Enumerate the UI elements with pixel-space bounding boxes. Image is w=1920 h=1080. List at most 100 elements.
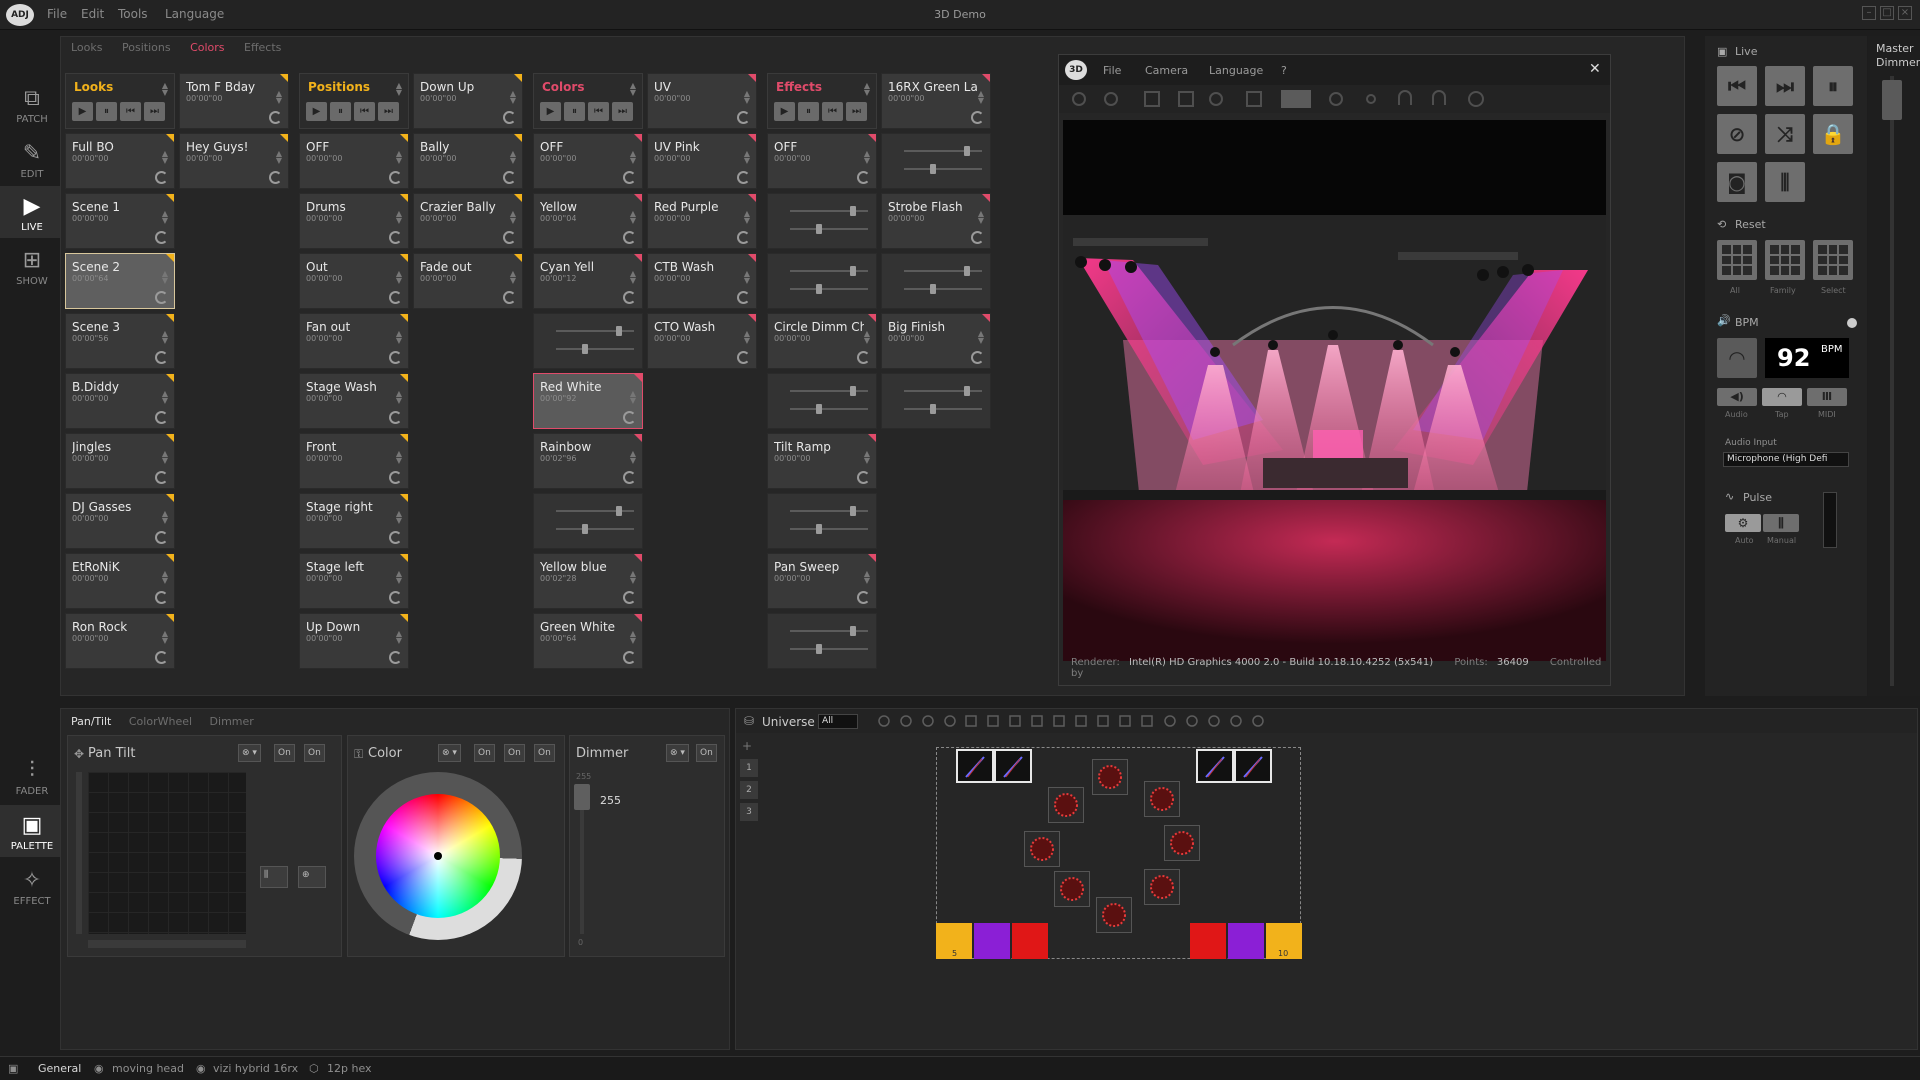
cue-sort-arrows-icon[interactable]: ▲ ▼	[276, 150, 282, 165]
pan-tilt-on-2[interactable]: On	[304, 744, 325, 762]
loop-icon[interactable]	[971, 111, 984, 124]
slider-knob[interactable]	[816, 224, 822, 234]
cue-button[interactable]: Front 00'00"00 ▲ ▼	[299, 433, 409, 489]
cue-button[interactable]: CTO Wash 00'00"00 ▲ ▼	[647, 313, 757, 369]
cue-sort-arrows-icon[interactable]: ▲ ▼	[630, 570, 636, 585]
cue-button[interactable]: UV Pink 00'00"00 ▲ ▼	[647, 133, 757, 189]
cue-button[interactable]: UV 00'00"00 ▲ ▼	[647, 73, 757, 129]
skip-back-icon[interactable]: ⏮	[120, 102, 141, 121]
cue-button[interactable]: CTB Wash 00'00"00 ▲ ▼	[647, 253, 757, 309]
cue-sort-arrows-icon[interactable]: ▲ ▼	[396, 150, 402, 165]
cue-sort-arrows-icon[interactable]: ▲ ▼	[162, 630, 168, 645]
universe-row-3[interactable]: 3	[740, 803, 758, 821]
slider-knob[interactable]	[930, 404, 936, 414]
loop-icon[interactable]	[623, 231, 636, 244]
pulse-auto-button[interactable]: ⚙	[1725, 514, 1761, 532]
fixture-moving-head[interactable]	[1048, 787, 1084, 823]
loop-icon[interactable]	[623, 171, 636, 184]
cue-sort-arrows-icon[interactable]: ▲ ▼	[630, 270, 636, 285]
cue-button[interactable]: Tilt Ramp 00'00"00 ▲ ▼	[767, 433, 877, 489]
cue-sort-arrows-icon[interactable]: ▲ ▼	[510, 150, 516, 165]
loop-icon[interactable]	[389, 231, 402, 244]
loop-icon[interactable]	[503, 291, 516, 304]
cue-button[interactable]: OFF 00'00"00 ▲ ▼	[533, 133, 643, 189]
slider-knob[interactable]	[850, 506, 856, 516]
tap-icon[interactable]: ◠	[1717, 338, 1757, 378]
cue-button[interactable]: 16RX Green Las 00'00"00 ▲ ▼	[881, 73, 991, 129]
cue-sort-arrows-icon[interactable]: ▲ ▼	[510, 90, 516, 105]
cue-button[interactable]: Full BO 00'00"00 ▲ ▼	[65, 133, 175, 189]
cue-sort-arrows-icon[interactable]: ▲ ▼	[276, 90, 282, 105]
viewer-close-icon[interactable]: ✕	[1589, 61, 1601, 77]
slider-knob[interactable]	[850, 626, 856, 636]
slider-knob[interactable]	[582, 524, 588, 534]
cue-sort-arrows-icon[interactable]: ▲ ▼	[396, 210, 402, 225]
fixture-laser-2[interactable]	[994, 749, 1032, 783]
loop-icon[interactable]	[503, 171, 516, 184]
cue-empty-slider[interactable]	[767, 253, 877, 309]
cue-button[interactable]: Ron Rock 00'00"00 ▲ ▼	[65, 613, 175, 669]
cue-sort-arrows-icon[interactable]: ▲ ▼	[864, 450, 870, 465]
color-mode-select[interactable]: ⊗ ▾	[438, 744, 461, 762]
cue-button[interactable]: Pan Sweep 00'00"00 ▲ ▼	[767, 553, 877, 609]
loop-icon[interactable]	[971, 231, 984, 244]
cue-sort-arrows-icon[interactable]: ▲ ▼	[162, 450, 168, 465]
cue-sort-arrows-icon[interactable]: ▲ ▼	[396, 450, 402, 465]
cue-sort-arrows-icon[interactable]: ▲ ▼	[630, 210, 636, 225]
status-tab-vizi-hybrid[interactable]: vizi hybrid 16rx	[213, 1062, 298, 1075]
cue-button[interactable]: Yellow 00'00"04 ▲ ▼	[533, 193, 643, 249]
loop-icon[interactable]	[389, 411, 402, 424]
cue-sort-arrows-icon[interactable]: ▲ ▼	[396, 330, 402, 345]
viewer-toolbar-icons[interactable]	[1059, 85, 1612, 113]
tab-colors[interactable]: Colors	[190, 41, 224, 54]
loop-icon[interactable]	[389, 591, 402, 604]
cue-sort-arrows-icon[interactable]: ▲ ▼	[396, 630, 402, 645]
cue-sort-arrows-icon[interactable]: ▲ ▼	[396, 510, 402, 525]
status-tab-12p-hex[interactable]: 12p hex	[327, 1062, 372, 1075]
sort-arrows-icon[interactable]: ▲ ▼	[396, 82, 402, 97]
previous-button[interactable]: ⏮	[1717, 66, 1757, 106]
previous-icon[interactable]: ▶	[540, 102, 561, 121]
status-menu-icon[interactable]: ▣	[8, 1062, 18, 1075]
cue-sort-arrows-icon[interactable]: ▲ ▼	[744, 330, 750, 345]
cue-button[interactable]: Strobe Flash 00'00"00 ▲ ▼	[881, 193, 991, 249]
skip-forward-icon[interactable]: ⏭	[612, 102, 633, 121]
cue-button[interactable]: Scene 2 00'00"64 ▲ ▼	[65, 253, 175, 309]
cue-button[interactable]: DJ Gasses 00'00"00 ▲ ▼	[65, 493, 175, 549]
cue-sort-arrows-icon[interactable]: ▲ ▼	[162, 390, 168, 405]
cue-button[interactable]: Scene 1 00'00"00 ▲ ▼	[65, 193, 175, 249]
universe-toolbar-icons[interactable]	[876, 713, 1276, 729]
sidebar-item-live[interactable]: ▶ LIVE	[0, 186, 64, 238]
loop-icon[interactable]	[155, 591, 168, 604]
dimmer-on[interactable]: On	[696, 744, 717, 762]
slider-knob[interactable]	[850, 266, 856, 276]
status-tab-general[interactable]: General	[38, 1062, 81, 1075]
fixture-hex-yellow-right[interactable]: 10	[1266, 923, 1302, 959]
loop-icon[interactable]	[389, 351, 402, 364]
cue-sort-arrows-icon[interactable]: ▲ ▼	[744, 90, 750, 105]
pan-tilt-bars-button[interactable]: ⫼	[260, 866, 288, 888]
cue-button[interactable]: Scene 3 00'00"56 ▲ ▼	[65, 313, 175, 369]
cue-empty-slider[interactable]	[881, 133, 991, 189]
cue-empty-slider[interactable]	[881, 253, 991, 309]
cue-button[interactable]: Fade out 00'00"00 ▲ ▼	[413, 253, 523, 309]
cue-sort-arrows-icon[interactable]: ▲ ▼	[162, 270, 168, 285]
loop-icon[interactable]	[857, 591, 870, 604]
fixture-hex-purple-left[interactable]	[974, 923, 1010, 959]
pause-icon[interactable]: ⏸	[564, 102, 585, 121]
pause-icon[interactable]: ⏸	[96, 102, 117, 121]
sort-arrows-icon[interactable]: ▲ ▼	[630, 82, 636, 97]
slider-knob[interactable]	[816, 284, 822, 294]
loop-icon[interactable]	[737, 111, 750, 124]
viewer-menu-file[interactable]: File	[1103, 64, 1121, 77]
loop-icon[interactable]	[971, 351, 984, 364]
slider-knob[interactable]	[964, 386, 970, 396]
tab-positions[interactable]: Positions	[122, 41, 171, 54]
lock-button[interactable]: 🔒	[1813, 114, 1853, 154]
loop-icon[interactable]	[155, 351, 168, 364]
cue-button[interactable]: Yellow blue 00'02"28 ▲ ▼	[533, 553, 643, 609]
sidebar-item-effect[interactable]: ✧ EFFECT	[0, 860, 64, 912]
stage-3d-render[interactable]	[1063, 120, 1606, 661]
sidebar-item-palette[interactable]: ▣ PALETTE	[0, 805, 64, 857]
bpm-tap-button[interactable]: ◠	[1762, 388, 1802, 406]
